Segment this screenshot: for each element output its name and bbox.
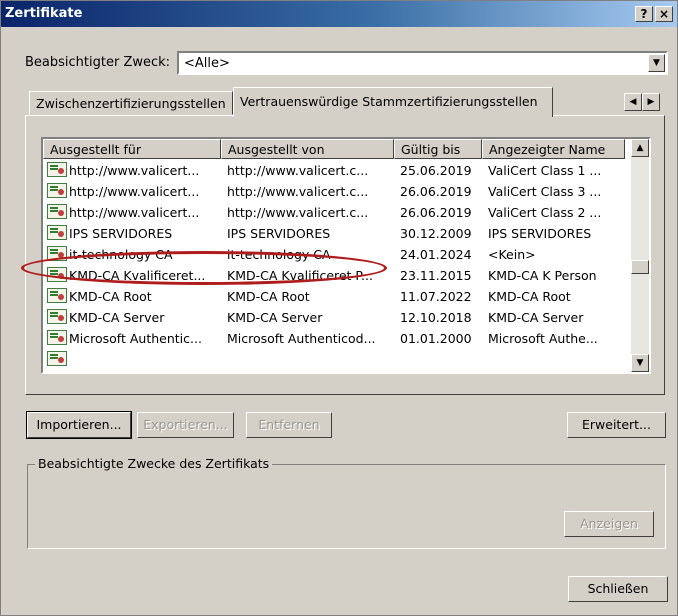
cell-issued-by: KMD-CA Kvalificeret P... <box>227 268 373 283</box>
cell-valid-until: 24.01.2024 <box>400 247 472 262</box>
cell-issued-by: KMD-CA Server <box>227 310 323 325</box>
cell-display-name: Microsoft Authe... <box>488 331 598 346</box>
tab-scroll-left-icon[interactable]: ◀ <box>624 93 642 111</box>
certificate-icon <box>47 162 67 177</box>
cell-issued-to: IPS SERVIDORES <box>69 226 173 241</box>
cell-valid-until: 01.01.2000 <box>400 331 472 346</box>
column-header-display-name[interactable]: Angezeigter Name <box>482 139 625 159</box>
cell-issued-by: Microsoft Authenticod... <box>227 331 376 346</box>
table-row[interactable]: KMD-CA Kvalificeret... KMD-CA Kvalificer… <box>43 266 625 287</box>
cell-valid-until: 25.06.2019 <box>400 163 472 178</box>
show-button[interactable]: Anzeigen <box>564 511 654 537</box>
title-bar[interactable]: Zertifikate ? × <box>1 1 677 27</box>
purpose-select[interactable]: <Alle> ▼ <box>177 51 668 75</box>
cell-issued-by: IPS SERVIDORES <box>227 226 331 241</box>
cell-display-name: <Kein> <box>488 247 536 262</box>
table-row[interactable]: KMD-CA Root KMD-CA Root 11.07.2022 KMD-C… <box>43 287 625 308</box>
table-row[interactable]: http://www.valicert... http://www.valice… <box>43 203 625 224</box>
column-header-issued-to[interactable]: Ausgestellt für <box>43 139 221 159</box>
tab-trusted-root-cas[interactable]: Vertrauenswürdige Stammzertifizierungsst… <box>233 87 553 117</box>
purposes-group-label: Beabsichtigte Zwecke des Zertifikats <box>35 456 273 471</box>
table-row[interactable]: IPS SERVIDORES IPS SERVIDORES 30.12.2009… <box>43 224 625 245</box>
cell-issued-by: KMD-CA Root <box>227 289 310 304</box>
cell-valid-until: 26.06.2019 <box>400 205 472 220</box>
table-row[interactable]: it-technology CA it-technology CA 24.01.… <box>43 245 625 266</box>
certificate-icon <box>47 183 67 198</box>
scroll-thumb[interactable] <box>631 260 649 274</box>
cell-valid-until: 23.11.2015 <box>400 268 472 283</box>
scroll-down-icon[interactable]: ▼ <box>631 354 649 372</box>
purpose-label: Beabsichtigter Zweck: <box>25 55 171 70</box>
column-header-issued-by[interactable]: Ausgestellt von <box>221 139 394 159</box>
import-button[interactable]: Importieren... <box>26 411 132 439</box>
tab-scroll-right-icon[interactable]: ▶ <box>642 93 660 111</box>
table-row[interactable] <box>43 350 625 372</box>
cell-valid-until: 11.07.2022 <box>400 289 472 304</box>
cell-issued-to: http://www.valicert... <box>69 205 200 220</box>
cell-valid-until: 12.10.2018 <box>400 310 472 325</box>
cell-issued-to: KMD-CA Server <box>69 310 165 325</box>
close-button[interactable]: Schließen <box>568 576 668 602</box>
cell-valid-until: 30.12.2009 <box>400 226 472 241</box>
table-row[interactable]: http://www.valicert... http://www.valice… <box>43 182 625 203</box>
cell-issued-to: KMD-CA Kvalificeret... <box>69 268 206 283</box>
cell-issued-to: KMD-CA Root <box>69 289 152 304</box>
table-row[interactable]: http://www.valicert... http://www.valice… <box>43 161 625 182</box>
cell-display-name: KMD-CA Server <box>488 310 584 325</box>
cell-issued-by: it-technology CA <box>227 247 331 262</box>
cell-display-name: IPS SERVIDORES <box>488 226 592 241</box>
certificate-icon <box>47 267 67 282</box>
cell-issued-by: http://www.valicert.c... <box>227 184 369 199</box>
window-title: Zertifikate <box>5 6 83 21</box>
list-header: Ausgestellt für Ausgestellt von Gültig b… <box>43 139 625 159</box>
cell-display-name: ValiCert Class 1 ... <box>488 163 602 178</box>
cell-issued-by: http://www.valicert.c... <box>227 205 369 220</box>
certificate-icon <box>47 204 67 219</box>
certificate-icon <box>47 288 67 303</box>
certificate-list[interactable]: Ausgestellt für Ausgestellt von Gültig b… <box>41 137 651 374</box>
column-header-valid-until[interactable]: Gültig bis <box>394 139 482 159</box>
certificate-icon <box>47 351 67 366</box>
certificate-icon <box>47 309 67 324</box>
certificate-icon <box>47 330 67 345</box>
purpose-value: <Alle> <box>184 56 230 71</box>
list-scrollbar[interactable]: ▲ ▼ <box>631 139 649 372</box>
cell-display-name: KMD-CA Root <box>488 289 571 304</box>
tab-intermediate-cas[interactable]: Zwischenzertifizierungsstellen <box>29 91 233 115</box>
chevron-down-icon[interactable]: ▼ <box>648 54 665 72</box>
cell-display-name: KMD-CA K Person <box>488 268 597 283</box>
certificate-icon <box>47 225 67 240</box>
cell-display-name: ValiCert Class 2 ... <box>488 205 602 220</box>
scroll-up-icon[interactable]: ▲ <box>631 139 649 157</box>
cell-issued-to: http://www.valicert... <box>69 184 200 199</box>
export-button[interactable]: Exportieren... <box>137 412 234 438</box>
cell-issued-to: http://www.valicert... <box>69 163 200 178</box>
table-row[interactable]: KMD-CA Server KMD-CA Server 12.10.2018 K… <box>43 308 625 329</box>
table-row[interactable]: Microsoft Authentic... Microsoft Authent… <box>43 329 625 350</box>
certificates-dialog: Zertifikate ? × Beabsichtigter Zweck: <A… <box>0 0 678 616</box>
cell-valid-until: 26.06.2019 <box>400 184 472 199</box>
help-button[interactable]: ? <box>635 6 653 22</box>
remove-button[interactable]: Entfernen <box>246 412 332 438</box>
cell-issued-to: it-technology CA <box>69 247 173 262</box>
cell-display-name: ValiCert Class 3 ... <box>488 184 602 199</box>
cell-issued-to: Microsoft Authentic... <box>69 331 202 346</box>
cell-issued-by: http://www.valicert.c... <box>227 163 369 178</box>
close-icon[interactable]: × <box>655 6 673 22</box>
certificate-icon <box>47 246 67 261</box>
advanced-button[interactable]: Erweitert... <box>567 412 666 438</box>
